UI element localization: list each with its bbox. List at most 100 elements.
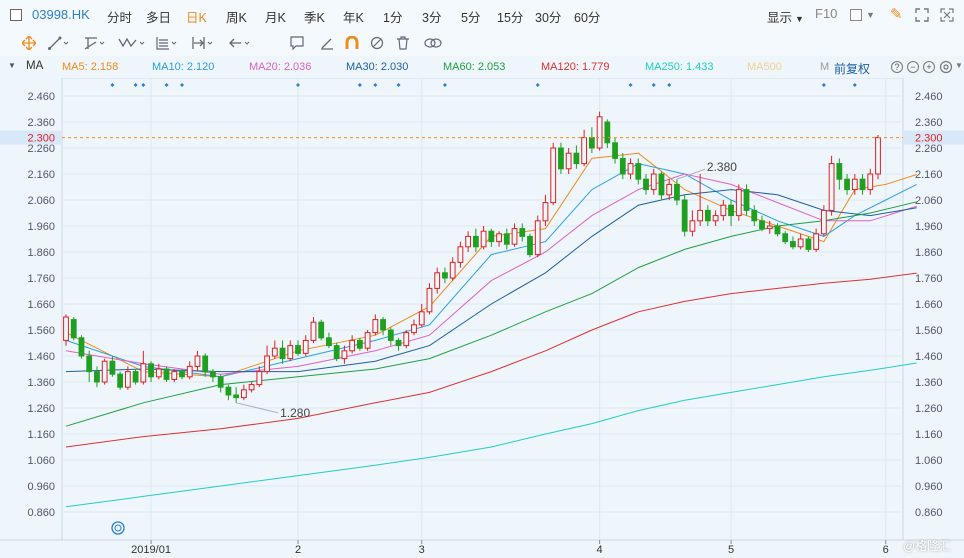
candle-body-down: [681, 199, 688, 232]
tab-quarterly-k[interactable]: 季K: [304, 7, 325, 26]
y-tick-label-right: 0.960: [915, 481, 943, 493]
candle-body-down: [805, 238, 812, 250]
pencil-icon[interactable]: ✎: [890, 5, 903, 23]
tab-daily-k[interactable]: 日K: [186, 7, 207, 26]
ma20-label: MA20: 2.036: [249, 61, 312, 73]
tab-30min[interactable]: 30分: [535, 7, 561, 26]
candle-body-up: [720, 204, 727, 217]
tab-1min[interactable]: 1分: [383, 7, 402, 26]
candle-body-up: [851, 178, 858, 191]
y-tick-label-left: 1.960: [27, 221, 55, 233]
tab-5min[interactable]: 5分: [461, 7, 480, 26]
candlestick-chart: 2.460 2.460 2.360 2.360 2.260 2.260 2.160 2.160…: [0, 78, 964, 556]
x-tick-label: 2: [295, 544, 301, 556]
display-menu[interactable]: 显示 ▼: [767, 7, 804, 26]
candle-body-down: [790, 241, 796, 248]
candle-body-up: [581, 137, 588, 165]
trash-icon[interactable]: [396, 36, 410, 50]
candle-body-up: [240, 389, 247, 399]
candle-body-down: [132, 371, 139, 383]
hide-icon[interactable]: [370, 36, 384, 50]
select-checkbox[interactable]: [10, 9, 22, 21]
layout-checkbox[interactable]: [850, 9, 862, 21]
candle-body-down: [751, 209, 758, 222]
candle-body-down: [728, 204, 734, 217]
candle-body-up: [480, 230, 487, 248]
candle-body-up: [735, 189, 742, 217]
range-icon[interactable]: [192, 36, 214, 50]
link-icon[interactable]: [424, 36, 442, 50]
candle: [875, 135, 881, 180]
comment-icon[interactable]: [290, 36, 304, 50]
y-tick-label-right: 2.060: [915, 195, 943, 207]
low-label: 1.280: [280, 406, 310, 420]
tab-3min[interactable]: 3分: [422, 7, 441, 26]
adjust-button[interactable]: 前复权: [834, 60, 870, 77]
ticker-label: 03998.HK: [32, 7, 90, 22]
channel-icon[interactable]: [84, 36, 106, 50]
candle-body-up: [797, 238, 804, 248]
candle-body-up: [63, 316, 69, 341]
candle-body-down: [380, 319, 386, 331]
candle: [681, 194, 688, 237]
candle-body-up: [124, 371, 131, 388]
line-icon[interactable]: [48, 36, 70, 50]
current-price-label-right: 2.300: [915, 133, 943, 145]
candle-body-down: [202, 355, 209, 373]
tab-monthly-k[interactable]: 月K: [265, 7, 286, 26]
candle: [527, 233, 533, 258]
tab-multiday[interactable]: 多日: [146, 7, 171, 26]
indicator-name[interactable]: MA: [26, 60, 43, 72]
candle-body-up: [465, 235, 472, 248]
tab-yearly-k[interactable]: 年K: [343, 7, 364, 26]
x-tick-label: 5: [728, 544, 734, 556]
chart-grid: [0, 78, 964, 541]
candle-body-down: [635, 163, 642, 180]
collapse-icon[interactable]: ▼: [8, 61, 16, 70]
candle-body-down: [442, 272, 448, 279]
tab-60min[interactable]: 60分: [574, 7, 600, 26]
y-tick-label-left: 2.060: [27, 195, 55, 207]
fullscreen-icon[interactable]: [940, 8, 954, 22]
plus-icon[interactable]: +: [923, 61, 935, 73]
candle-body-up: [194, 355, 201, 367]
candle-body-up: [697, 209, 704, 222]
tab-weekly-k[interactable]: 周K: [226, 7, 247, 26]
candle-body-down: [859, 178, 866, 191]
candle-body-down: [527, 235, 533, 256]
candle: [596, 111, 603, 151]
crosshair-icon[interactable]: [22, 36, 36, 50]
candle-body-down: [163, 368, 170, 380]
candle-body-up: [875, 137, 881, 175]
candle-body-up: [271, 347, 278, 357]
x-tick-label: 6: [883, 544, 889, 556]
gear-icon[interactable]: [939, 60, 953, 74]
y-tick-label-right: 1.860: [915, 247, 943, 259]
tab-15min[interactable]: 15分: [497, 7, 523, 26]
ma30-label: MA30: 2.030: [346, 61, 409, 73]
help-icon[interactable]: ?: [891, 61, 903, 73]
candle-body-up: [341, 350, 348, 360]
expand-icon[interactable]: [915, 8, 929, 22]
collapse-right-icon[interactable]: ▼: [955, 61, 963, 70]
chevron-down-icon[interactable]: ▼: [866, 10, 875, 20]
y-tick-label-left: 2.360: [27, 117, 55, 129]
ma10-label: MA10: 2.120: [152, 61, 215, 73]
candle-body-up: [627, 163, 634, 175]
pencil-icon[interactable]: [320, 36, 334, 50]
ma120-label: MA120: 1.779: [541, 61, 610, 73]
candle: [132, 369, 139, 385]
magnet-icon[interactable]: [345, 36, 359, 50]
f10-button[interactable]: F10: [815, 6, 837, 21]
x-tick-label: 2019/01: [131, 544, 171, 556]
candle: [78, 335, 85, 359]
candle-body-up: [434, 272, 441, 289]
minus-icon[interactable]: −: [907, 61, 919, 73]
fib-icon[interactable]: [156, 36, 178, 50]
y-tick-label-right: 1.360: [915, 377, 943, 389]
candle-body-up: [186, 365, 193, 378]
y-tick-label-left: 2.160: [27, 169, 55, 181]
tab-intraday[interactable]: 分时: [107, 7, 132, 26]
arrow-icon[interactable]: [229, 36, 251, 50]
wave-icon[interactable]: [118, 36, 146, 50]
